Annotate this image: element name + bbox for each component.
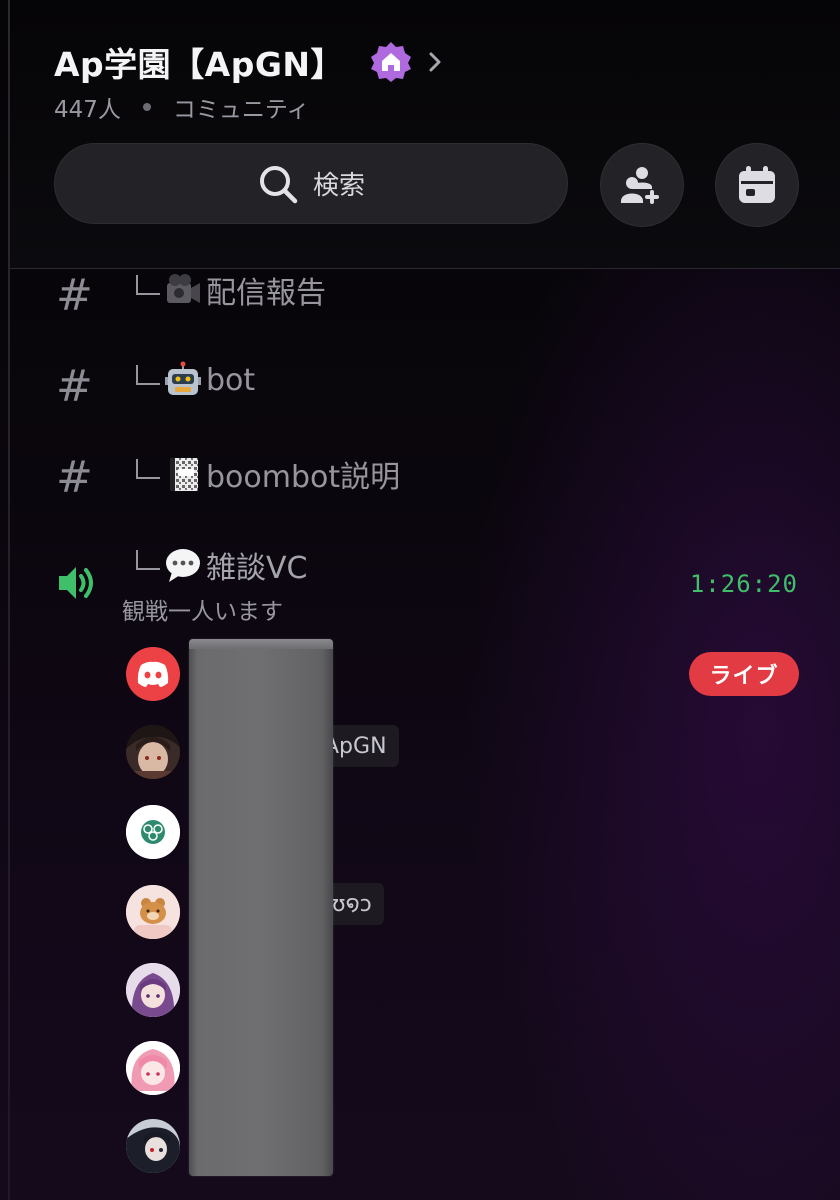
- discord-logo-icon: [137, 661, 169, 687]
- live-badge: ライブ: [689, 652, 799, 696]
- tree-branch-icon: [136, 275, 160, 295]
- server-header: Ap学園【ApGN】 447人 コミュニティ 検索: [10, 0, 840, 269]
- channel-item-stream-report[interactable]: # 配信報告: [10, 268, 840, 348]
- search-icon: [259, 165, 298, 203]
- channel-name-wrap: 雑談VC: [130, 543, 307, 587]
- anime-boy-avatar: [126, 725, 180, 779]
- channel-item-bot[interactable]: # bot: [10, 359, 840, 439]
- participant-avatar-2[interactable]: [126, 725, 180, 779]
- server-type: コミュニティ: [172, 97, 310, 123]
- redaction-overlay: [189, 639, 333, 1176]
- hash-icon: #: [56, 452, 93, 503]
- search-label: 検索: [312, 171, 365, 201]
- channel-name-wrap: boombot説明: [130, 452, 400, 496]
- channel-name: 配信報告: [206, 276, 326, 311]
- channel-name: boombot説明: [206, 460, 401, 495]
- hash-icon: #: [56, 270, 93, 321]
- channel-name: 雑談VC: [206, 551, 308, 586]
- robot-emoji: [164, 361, 202, 399]
- video-camera-emoji: [164, 271, 202, 309]
- voice-status-text: 観戦一人います: [122, 599, 283, 625]
- search-button[interactable]: 検索: [54, 143, 568, 224]
- participant-avatar-4[interactable]: [126, 885, 180, 939]
- channel-item-boombot-guide[interactable]: # boombot説明: [10, 450, 840, 530]
- chevron-right-icon: [428, 51, 442, 73]
- hash-icon: #: [56, 361, 93, 412]
- green-logo-avatar: [126, 805, 180, 859]
- tree-branch-icon: [136, 459, 160, 479]
- participant-avatar-7[interactable]: [126, 1119, 180, 1173]
- channel-name: bot: [206, 362, 256, 398]
- notebook-emoji: [164, 455, 202, 493]
- app-screen: Ap学園【ApGN】 447人 コミュニティ 検索 # 配信報告 # bot #…: [0, 0, 840, 1200]
- add-user-icon: [621, 167, 659, 204]
- speech-bubble-emoji: [164, 546, 202, 584]
- participant-avatar-5[interactable]: [126, 963, 180, 1017]
- pink-hair-avatar: [126, 1041, 180, 1095]
- events-button[interactable]: [715, 143, 799, 227]
- speaker-icon: [56, 563, 98, 607]
- calendar-icon: [739, 166, 775, 203]
- channel-name-wrap: bot: [130, 361, 255, 399]
- server-title-row[interactable]: Ap学園【ApGN】: [54, 38, 442, 86]
- dark-hair-avatar: [126, 1119, 180, 1173]
- purple-hair-avatar: [126, 963, 180, 1017]
- bear-avatar: [126, 885, 180, 939]
- participant-avatar-3[interactable]: [126, 805, 180, 859]
- member-count: 447人: [54, 97, 121, 123]
- home-badge-icon: [370, 41, 412, 83]
- tree-branch-icon: [136, 550, 160, 570]
- voice-elapsed-time: 1:26:20: [689, 570, 798, 598]
- channel-name-wrap: 配信報告: [130, 268, 326, 312]
- participant-name-4: ʊ໑ↄ: [328, 883, 384, 925]
- participant-avatar-6[interactable]: [126, 1041, 180, 1095]
- invite-button[interactable]: [600, 143, 684, 227]
- tree-branch-icon: [136, 365, 160, 385]
- server-name: Ap学園【ApGN】: [54, 45, 345, 84]
- meta-separator: [142, 103, 151, 111]
- server-meta: 447人 コミュニティ: [54, 90, 310, 124]
- participant-avatar-1[interactable]: [126, 647, 180, 701]
